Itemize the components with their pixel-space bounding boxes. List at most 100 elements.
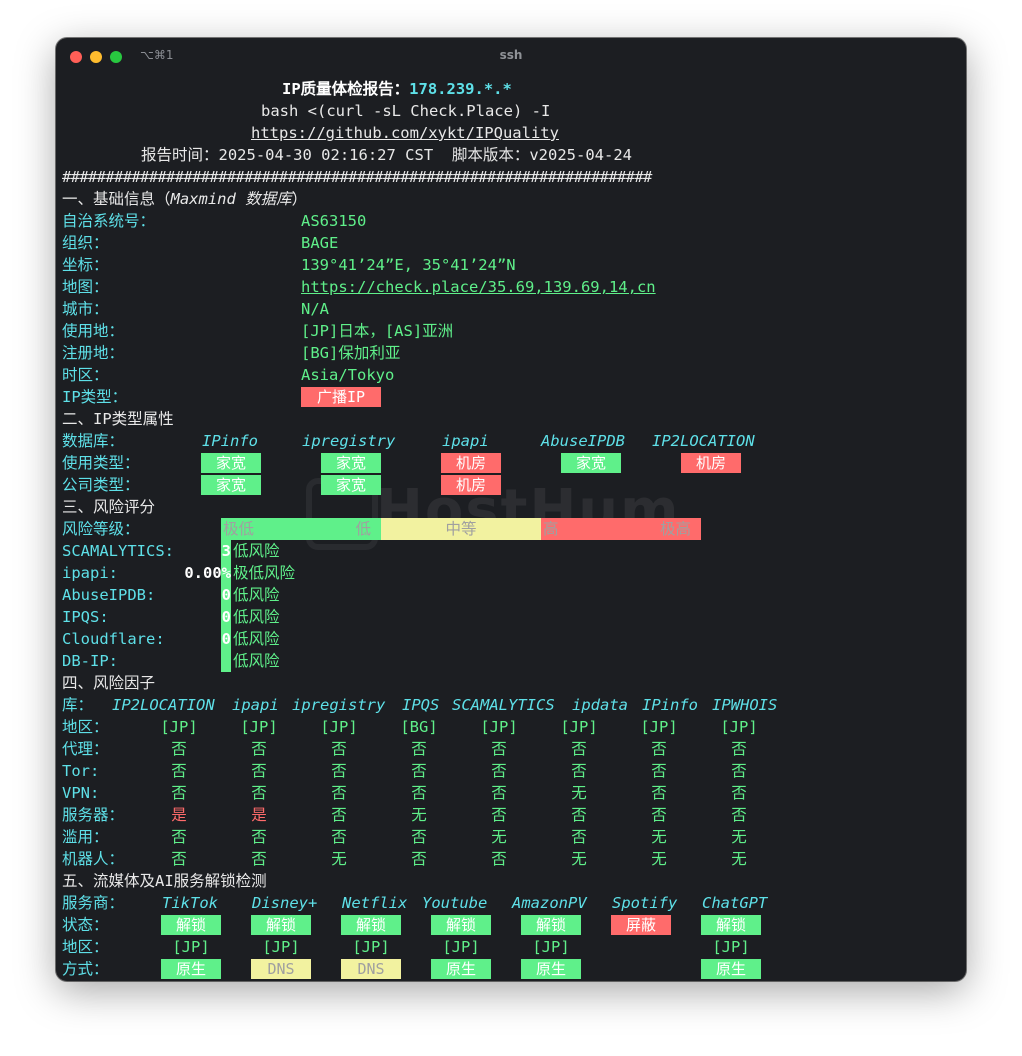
info-label: 地图： <box>62 278 109 296</box>
risk-level-label: 风险等级： <box>62 520 140 538</box>
db-name: IP2LOCATION <box>652 432 755 450</box>
service-name: Spotify <box>612 894 678 912</box>
risk-factor-value: 是 <box>171 806 187 824</box>
info-label: 使用地： <box>62 322 125 340</box>
risk-factor-value: 否 <box>571 762 587 780</box>
info-value: N/A <box>301 300 329 318</box>
service-region: [JP] <box>442 938 480 956</box>
section5-title: 五、流媒体及AI服务解锁检测 <box>62 872 267 890</box>
risk-factor-value: [JP] <box>640 718 678 736</box>
db-name: ipapi <box>442 432 489 450</box>
score-source: AbuseIPDB: <box>62 586 156 604</box>
risk-factor-value: 否 <box>571 806 587 824</box>
info-label: 注册地： <box>62 344 125 362</box>
unlock-method-badge: DNS <box>251 959 311 979</box>
risk-factor-value: 否 <box>411 850 427 868</box>
status-label: 状态： <box>62 916 109 934</box>
method-label: 方式： <box>62 960 109 978</box>
risk-factor-value: 否 <box>651 806 667 824</box>
risk-factor-label: 机器人： <box>62 850 125 868</box>
score-source: DB-IP: <box>62 652 118 670</box>
unlock-method-badge: 原生 <box>161 959 221 979</box>
info-value: 139°41’24”E, 35°41’24”N <box>301 256 516 274</box>
service-name: AmazonPV <box>512 894 587 912</box>
risk-lib-name: ipdata <box>572 696 628 714</box>
risk-factor-value: 无 <box>411 806 427 824</box>
service-label: 服务商： <box>62 894 125 912</box>
risk-factor-value: [JP] <box>240 718 278 736</box>
separator: ########################################… <box>62 168 652 186</box>
section3-title: 三、风险评分 <box>62 498 156 516</box>
region-label: 地区： <box>62 938 109 956</box>
github-link[interactable]: https://github.com/xykt/IPQuality <box>251 122 559 144</box>
risk-lib-name: ipregistry <box>292 696 386 714</box>
ip-type-badge: 广播IP <box>301 387 381 407</box>
map-link[interactable]: https://check.place/35.69,139.69,14,cn <box>301 276 656 298</box>
risk-factor-value: 否 <box>331 762 347 780</box>
risk-factor-value: 否 <box>651 762 667 780</box>
score-value: 0 <box>221 608 231 626</box>
risk-segment: 高 极高 <box>541 518 701 540</box>
unlock-status-badge: 屏蔽 <box>611 915 671 935</box>
usage-type-badge: 机房 <box>441 453 501 473</box>
db-name: ipregistry <box>302 432 396 450</box>
report-title: IP质量体检报告：178.239.*.* <box>282 80 512 98</box>
risk-factor-value: 否 <box>171 828 187 846</box>
section2-title: 二、IP类型属性 <box>62 410 174 428</box>
unlock-method-badge: 原生 <box>431 959 491 979</box>
unlock-status-badge: 解锁 <box>431 915 491 935</box>
usage-type-badge: 家宽 <box>321 453 381 473</box>
unlock-status-badge: 解锁 <box>251 915 311 935</box>
risk-factor-value: 否 <box>251 828 267 846</box>
score-source: ipapi: <box>62 564 118 582</box>
risk-factor-value: 否 <box>411 828 427 846</box>
risk-factor-value: 无 <box>571 784 587 802</box>
terminal-output[interactable]: IP质量体检报告：178.239.*.* bash <(curl -sL Che… <box>56 38 966 981</box>
service-name: Disney+ <box>252 894 318 912</box>
db-name: AbuseIPDB <box>541 432 625 450</box>
risk-factor-value: 否 <box>491 762 507 780</box>
score-value: 0 <box>221 586 231 604</box>
score-risk-text: 极低风险 <box>233 564 296 582</box>
risk-lib-name: IPWHOIS <box>712 696 778 714</box>
score-source: IPQS: <box>62 608 109 626</box>
risk-factor-value: 否 <box>251 740 267 758</box>
unlock-method-badge: 原生 <box>701 959 761 979</box>
service-region: [JP] <box>172 938 210 956</box>
risk-factor-value: 否 <box>731 762 747 780</box>
usage-label: 使用类型： <box>62 454 140 472</box>
risk-factor-value: 否 <box>731 784 747 802</box>
db-label: 数据库： <box>62 432 125 450</box>
risk-segment: 中等 <box>381 518 541 540</box>
risk-factor-value: 无 <box>331 850 347 868</box>
risk-factor-value: 否 <box>411 740 427 758</box>
risk-factor-value: 否 <box>251 784 267 802</box>
risk-factor-value: 是 <box>251 806 267 824</box>
company-type-badge: 机房 <box>441 475 501 495</box>
risk-factor-value: 否 <box>171 784 187 802</box>
service-region: [JP] <box>262 938 300 956</box>
risk-level-label: 高 <box>543 520 559 538</box>
info-value: BAGE <box>301 234 339 252</box>
unlock-method-badge: 原生 <box>521 959 581 979</box>
terminal-window: ⌥⌘1 ssh HostHum IP质量体检报告：178.239.*.* bas… <box>56 38 966 981</box>
report-meta: 报告时间：2025-04-30 02:16:27 CST 脚本版本：v2025-… <box>141 146 632 164</box>
usage-type-badge: 机房 <box>681 453 741 473</box>
service-name: Youtube <box>422 894 488 912</box>
unlock-status-badge: 解锁 <box>521 915 581 935</box>
unlock-status-badge: 解锁 <box>161 915 221 935</box>
score-risk-text: 低风险 <box>233 652 280 670</box>
info-value: [JP]日本，[AS]亚洲 <box>301 322 454 340</box>
score-risk-text: 低风险 <box>233 586 280 604</box>
usage-type-badge: 家宽 <box>201 453 261 473</box>
usage-type-badge: 家宽 <box>561 453 621 473</box>
info-label: IP类型： <box>62 388 128 406</box>
risk-factor-value: 无 <box>651 828 667 846</box>
risk-factor-value: 否 <box>331 784 347 802</box>
risk-factor-value: 否 <box>411 762 427 780</box>
risk-factor-value: 无 <box>731 828 747 846</box>
score-risk-text: 低风险 <box>233 542 280 560</box>
risk-factor-label: 代理： <box>62 740 109 758</box>
info-label: 城市： <box>62 300 109 318</box>
service-name: Netflix <box>342 894 408 912</box>
